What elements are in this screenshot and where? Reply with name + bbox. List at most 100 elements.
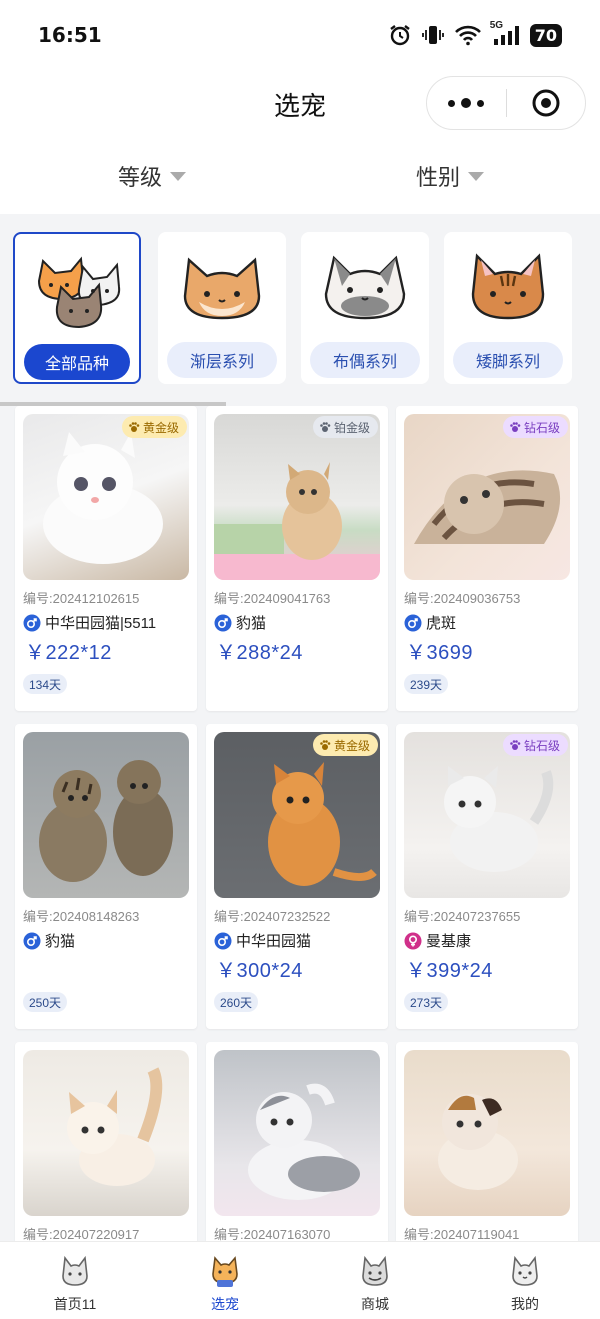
dot-icon [448, 99, 456, 107]
alarm-icon [388, 23, 412, 47]
breed-category-row: 全部品种 渐层系列 布偶系列 矮脚系列 [0, 214, 600, 404]
pet-photo [23, 732, 189, 898]
tab-label: 商城 [361, 1296, 389, 1312]
pet-breed: 豹猫 [214, 612, 266, 633]
male-icon [214, 614, 232, 631]
pet-number: 编号:202409041763 [214, 591, 331, 606]
caret-down-icon [170, 171, 187, 181]
breed-name: 曼基康 [426, 933, 472, 950]
pet-card[interactable]: 编号:202408148263 豹猫 250天 [15, 724, 197, 1029]
pet-breed: 中华田园猫 [214, 930, 311, 951]
category-munchkin-series[interactable]: 矮脚系列 [444, 232, 572, 384]
pet-photo [404, 1050, 570, 1216]
pet-card[interactable]: 编号:202407119041 [396, 1042, 578, 1241]
pet-card[interactable]: 钻石级 编号:202409036753 虎斑 ￥3699 239天 [396, 406, 578, 711]
pet-price: ￥222*12 [25, 642, 112, 664]
cellular-signal-icon: 5G [490, 20, 520, 46]
pet-age-badge: 260天 [214, 992, 259, 1012]
pet-photo [404, 732, 570, 898]
category-all-breeds[interactable]: 全部品种 [13, 232, 141, 384]
tab-profile[interactable]: 我的 [450, 1242, 600, 1319]
status-bar: 16:51 5G 70 [0, 0, 600, 70]
pet-breed: 豹猫 [23, 930, 75, 951]
level-label: 铂金级 [333, 420, 370, 435]
ragdoll-cat-face-icon [301, 240, 429, 332]
male-icon [23, 614, 41, 631]
mini-program-capsule [426, 76, 586, 130]
tabby-cat-face-icon [444, 240, 572, 332]
breed-name: 豹猫 [236, 615, 267, 632]
pet-breed: 虎斑 [404, 612, 456, 633]
pet-price: ￥399*24 [406, 960, 493, 982]
pet-number: 编号:202412102615 [23, 591, 140, 606]
dot-icon [461, 98, 472, 108]
pet-card[interactable]: 铂金级 编号:202409041763 豹猫 ￥288*24 [206, 406, 388, 711]
wifi-icon [454, 24, 482, 46]
status-time: 16:51 [38, 23, 102, 47]
male-icon [404, 614, 422, 631]
pet-card[interactable]: 编号:202407163070 [206, 1042, 388, 1241]
more-options-button[interactable] [427, 98, 506, 108]
pet-photo [404, 414, 570, 580]
pet-age-badge: 239天 [404, 674, 449, 694]
close-mini-program-button[interactable] [507, 88, 586, 118]
category-gradient-series[interactable]: 渐层系列 [158, 232, 286, 384]
pet-card[interactable]: 黄金级 编号:202407232522 中华田园猫 ￥300*24 260天 [206, 724, 388, 1029]
tab-shop[interactable]: 商城 [300, 1242, 450, 1319]
pet-photo [214, 414, 380, 580]
gender-filter-label: 性别 [416, 165, 461, 190]
pet-card[interactable]: 黄金级 编号:202412102615 中华田园猫|5511 ￥222*12 1… [15, 406, 197, 711]
level-filter-dropdown[interactable]: 等级 [118, 160, 187, 192]
pet-card[interactable]: 编号:202407220917 [15, 1042, 197, 1241]
level-filter-label: 等级 [118, 165, 163, 190]
cat-profile-icon [512, 1255, 538, 1286]
vibrate-icon [421, 24, 444, 46]
male-icon [23, 932, 41, 949]
category-label: 全部品种 [24, 344, 130, 380]
paw-icon [510, 422, 521, 432]
level-label: 钻石级 [523, 738, 560, 753]
cat-group-illustration-icon [15, 242, 139, 334]
level-label: 黄金级 [142, 420, 179, 435]
male-icon [214, 932, 232, 949]
breed-name: 中华田园猫 [236, 933, 312, 950]
gold-level-badge: 黄金级 [121, 416, 187, 438]
pet-price: ￥288*24 [216, 642, 303, 664]
platinum-level-badge: 铂金级 [312, 416, 378, 438]
tab-label: 首页11 [53, 1296, 97, 1312]
tab-home[interactable]: 首页11 [0, 1242, 150, 1319]
pet-number: 编号:202407163070 [214, 1227, 331, 1241]
caret-down-icon [468, 171, 485, 181]
level-label: 钻石级 [523, 420, 560, 435]
pet-number: 编号:202407232522 [214, 909, 331, 924]
bottom-tab-bar: 首页11 选宠 商城 我的 [0, 1241, 600, 1319]
paw-icon [320, 422, 331, 432]
breed-name: 豹猫 [45, 933, 76, 950]
category-label: 渐层系列 [167, 342, 277, 378]
tab-select-pet[interactable]: 选宠 [150, 1242, 300, 1319]
paw-icon [510, 740, 521, 750]
cat-shop-icon [362, 1255, 388, 1286]
cat-select-icon [212, 1256, 238, 1287]
dot-icon [477, 99, 485, 107]
battery-indicator: 70 [529, 23, 562, 47]
pet-age-badge: 134天 [23, 674, 68, 694]
breed-name: 中华田园猫|5511 [45, 615, 157, 632]
pet-number: 编号:202407119041 [404, 1227, 520, 1241]
pet-card[interactable]: 钻石级 编号:202407237655 曼基康 ￥399*24 273天 [396, 724, 578, 1029]
category-label: 矮脚系列 [453, 342, 563, 378]
category-ragdoll-series[interactable]: 布偶系列 [301, 232, 429, 384]
pet-photo [214, 1050, 380, 1216]
pet-breed: 曼基康 [404, 930, 471, 951]
female-icon [404, 932, 422, 949]
pet-price: ￥300*24 [216, 960, 303, 982]
pet-number: 编号:202409036753 [404, 591, 521, 606]
pet-number: 编号:202407220917 [23, 1227, 140, 1241]
paw-icon [129, 422, 140, 432]
filter-row: 等级 性别 [0, 136, 600, 214]
nav-bar: 选宠 [0, 70, 600, 136]
gender-filter-dropdown[interactable]: 性别 [416, 160, 485, 192]
pet-age-badge: 273天 [404, 992, 449, 1012]
pet-grid: 黄金级 编号:202412102615 中华田园猫|5511 ￥222*12 1… [0, 406, 600, 1241]
pet-photo [23, 1050, 189, 1216]
